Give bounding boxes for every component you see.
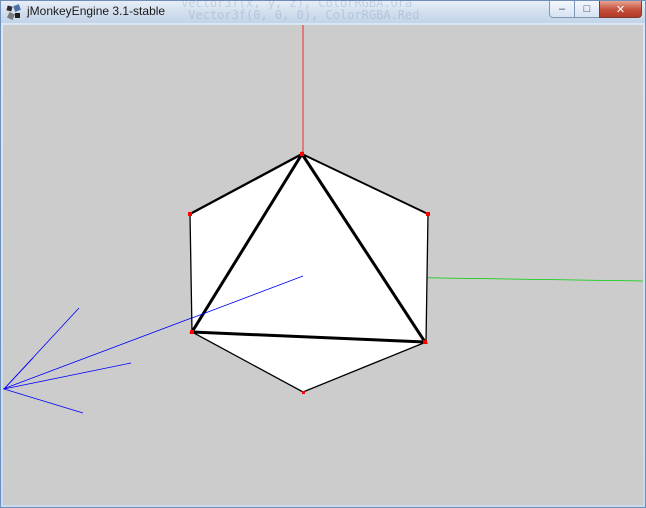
vertex-marker bbox=[190, 330, 194, 334]
scene-canvas bbox=[3, 25, 643, 414]
vertex-marker bbox=[188, 212, 192, 216]
caption-buttons: – □ ✕ bbox=[549, 1, 642, 19]
jmonkey-logo-icon[interactable] bbox=[6, 4, 22, 20]
vertex-marker bbox=[426, 212, 430, 216]
close-icon: ✕ bbox=[615, 3, 626, 16]
title-bar[interactable]: Vector3f(x, y, z), ColorRGBA.Ora Vector3… bbox=[1, 0, 645, 23]
vertex-marker bbox=[302, 391, 305, 394]
frustum-line bbox=[3, 388, 84, 414]
minimize-icon: – bbox=[558, 3, 566, 15]
maximize-button[interactable]: □ bbox=[574, 1, 600, 18]
title-background-code: Vector3f(x, y, z), ColorRGBA.Ora Vector3… bbox=[181, 0, 420, 22]
minimize-button[interactable]: – bbox=[549, 1, 575, 18]
close-button[interactable]: ✕ bbox=[599, 1, 642, 18]
vertex-marker bbox=[300, 152, 304, 156]
app-window: Vector3f(x, y, z), ColorRGBA.Ora Vector3… bbox=[0, 0, 646, 508]
window-title: jMonkeyEngine 3.1-stable bbox=[27, 4, 166, 18]
maximize-icon: □ bbox=[583, 3, 591, 15]
frustum-line bbox=[3, 362, 132, 390]
render-viewport[interactable] bbox=[3, 25, 643, 505]
camera-frustum bbox=[3, 307, 132, 414]
vertex-marker bbox=[423, 340, 427, 344]
